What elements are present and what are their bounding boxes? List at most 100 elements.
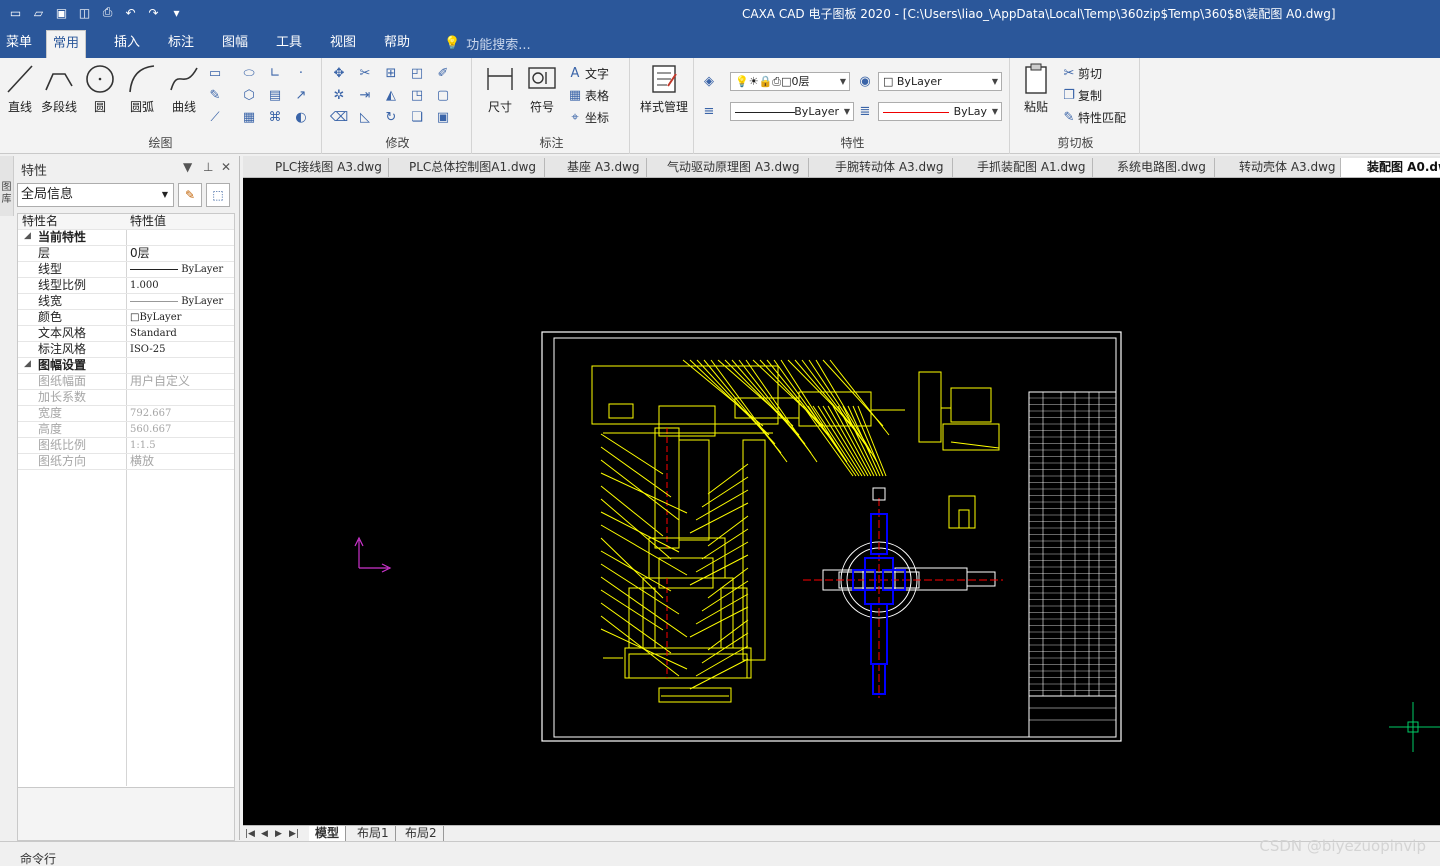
category-current[interactable]: ◢ 当前特性 <box>18 230 234 246</box>
offset-icon[interactable]: ◰ <box>408 64 426 82</box>
style-manager-button[interactable]: 样式管理 <box>636 62 692 126</box>
function-search[interactable]: 💡 功能搜索... <box>444 30 531 56</box>
text-icon[interactable]: A <box>566 64 584 82</box>
command-line[interactable]: 命令行 CSDN @biyezuopinvip <box>0 837 1440 866</box>
table-row[interactable]: 层 0层 <box>18 246 234 262</box>
table-button[interactable]: 表格 <box>585 87 609 104</box>
linetype-icon[interactable]: ≡ <box>700 102 718 120</box>
dimension-button[interactable]: 尺寸 <box>480 62 520 126</box>
panel-menu-icon[interactable]: ▼ <box>183 160 192 174</box>
text-button[interactable]: 文字 <box>585 65 609 82</box>
array-icon[interactable]: ⊞ <box>382 64 400 82</box>
table-row[interactable]: 文本风格 Standard <box>18 326 234 342</box>
match-properties-button[interactable]: 特性匹配 <box>1078 109 1126 126</box>
block-icon[interactable]: ▦ <box>240 108 258 126</box>
drawing-canvas[interactable] <box>243 178 1440 825</box>
doc-tab-active[interactable]: 装配图 A0.dwg <box>1341 158 1440 177</box>
scale-icon[interactable]: ◳ <box>408 86 426 104</box>
point-icon[interactable]: · <box>292 64 310 82</box>
table-row[interactable]: 标注风格 ISO-25 <box>18 342 234 358</box>
library-side-tab[interactable]: 图库 <box>0 156 14 216</box>
tab-model[interactable]: 模型 <box>309 826 347 842</box>
cut-button[interactable]: 剪切 <box>1078 65 1102 82</box>
tab-view[interactable]: 视图 <box>324 30 362 58</box>
table-icon[interactable]: ▦ <box>566 86 584 104</box>
tab-annotate[interactable]: 标注 <box>162 30 200 58</box>
group-icon[interactable]: ⌘ <box>266 108 284 126</box>
curve-button[interactable]: 曲线 <box>164 62 204 126</box>
scope-select[interactable]: 全局信息 ▼ <box>17 183 174 207</box>
chamfer-icon[interactable]: ◺ <box>356 108 374 126</box>
stretch-icon[interactable]: ▢ <box>434 86 452 104</box>
layer-manager-icon[interactable]: ◈ <box>700 72 718 90</box>
angle-icon[interactable]: ∟ <box>266 64 284 82</box>
polygon-icon[interactable]: ⬡ <box>240 86 258 104</box>
tab-tools[interactable]: 工具 <box>270 30 308 58</box>
extend-icon[interactable]: ⇥ <box>356 86 374 104</box>
trim-icon[interactable]: ✂ <box>356 64 374 82</box>
next-layout-icon[interactable]: ▶ <box>275 826 282 842</box>
pin-icon[interactable]: ⊥ <box>203 160 213 174</box>
polyline-button[interactable]: 多段线 <box>38 62 80 126</box>
scissors-icon[interactable]: ✂ <box>1060 64 1078 82</box>
open-icon[interactable]: ▱ <box>29 3 48 22</box>
last-layout-icon[interactable]: ▶| <box>289 826 299 842</box>
category-sheet[interactable]: ◢ 图幅设置 <box>18 358 234 374</box>
table-row[interactable]: 线宽 ByLayer <box>18 294 234 310</box>
coordinate-button[interactable]: 坐标 <box>585 109 609 126</box>
tab-sheet[interactable]: 图幅 <box>216 30 254 58</box>
doc-tab[interactable]: 转动壳体 A3.dwg <box>1215 158 1341 177</box>
linewidth-combo[interactable]: ByLay ▼ <box>878 102 1002 121</box>
undo-icon[interactable]: ↶ <box>121 3 140 22</box>
properties-icon[interactable]: ▣ <box>434 108 452 126</box>
construct-line-icon[interactable]: ⟋ <box>206 108 224 126</box>
doc-tab[interactable]: 气动驱动原理图 A3.dwg <box>647 158 809 177</box>
save-all-icon[interactable]: ◫ <box>75 3 94 22</box>
table-row[interactable]: 线型比例 1.000 <box>18 278 234 294</box>
circle-button[interactable]: 圆 <box>80 62 120 126</box>
explode-icon[interactable]: ✲ <box>330 86 348 104</box>
redo-icon[interactable]: ↷ <box>144 3 163 22</box>
copy-button[interactable]: 复制 <box>1078 87 1102 104</box>
new-icon[interactable]: ▭ <box>6 3 25 22</box>
symbol-button[interactable]: 符号 <box>522 62 562 126</box>
tab-common[interactable]: 常用 <box>46 30 87 58</box>
tab-layout1[interactable]: 布局1 <box>351 826 396 842</box>
tab-help[interactable]: 帮助 <box>378 30 416 58</box>
prev-layout-icon[interactable]: ◀ <box>261 826 268 842</box>
table-row[interactable]: 颜色 □ByLayer <box>18 310 234 326</box>
doc-tab[interactable]: 系统电路图.dwg <box>1093 158 1215 177</box>
toggle-pickadd-button[interactable]: ✎ <box>178 183 202 207</box>
doc-tab[interactable]: 手腕转动体 A3.dwg <box>809 158 953 177</box>
quick-select-button[interactable]: ⬚ <box>206 183 230 207</box>
customize-icon[interactable]: ▾ <box>167 3 186 22</box>
linewidth-icon[interactable]: ≣ <box>856 102 874 120</box>
color-wheel-icon[interactable]: ◉ <box>856 72 874 90</box>
line-button[interactable]: 直线 <box>0 62 40 126</box>
arc-button[interactable]: 圆弧 <box>122 62 162 126</box>
save-icon[interactable]: ▣ <box>52 3 71 22</box>
brush-icon[interactable]: ✐ <box>434 64 452 82</box>
copy-icon[interactable]: ❐ <box>1060 86 1078 104</box>
doc-tab[interactable]: PLC接线图 A3.dwg <box>243 158 389 177</box>
tab-insert[interactable]: 插入 <box>108 30 146 58</box>
rotate-icon[interactable]: ↻ <box>382 108 400 126</box>
doc-tab[interactable]: 手抓装配图 A1.dwg <box>953 158 1093 177</box>
pencil-icon[interactable]: ✎ <box>206 86 224 104</box>
arrow-icon[interactable]: ↗ <box>292 86 310 104</box>
fill-icon[interactable]: ◐ <box>292 108 310 126</box>
layer-combo[interactable]: 💡☀🔒⎙□0层 ▼ <box>730 72 850 91</box>
erase-icon[interactable]: ⌫ <box>330 108 348 126</box>
first-layout-icon[interactable]: |◀ <box>245 826 255 842</box>
color-combo[interactable]: □ ByLayer ▼ <box>878 72 1002 91</box>
copy-object-icon[interactable]: ❏ <box>408 108 426 126</box>
doc-tab[interactable]: PLC总体控制图A1.dwg <box>389 158 545 177</box>
tab-menu[interactable]: 菜单 <box>0 30 38 58</box>
move-icon[interactable]: ✥ <box>330 64 348 82</box>
close-icon[interactable]: ✕ <box>221 160 231 174</box>
paste-button[interactable]: 粘贴 <box>1016 62 1056 126</box>
tab-layout2[interactable]: 布局2 <box>399 826 444 842</box>
hatch-icon[interactable]: ▤ <box>266 86 284 104</box>
rectangle-icon[interactable]: ▭ <box>206 64 224 82</box>
print-icon[interactable]: ⎙ <box>98 3 117 22</box>
